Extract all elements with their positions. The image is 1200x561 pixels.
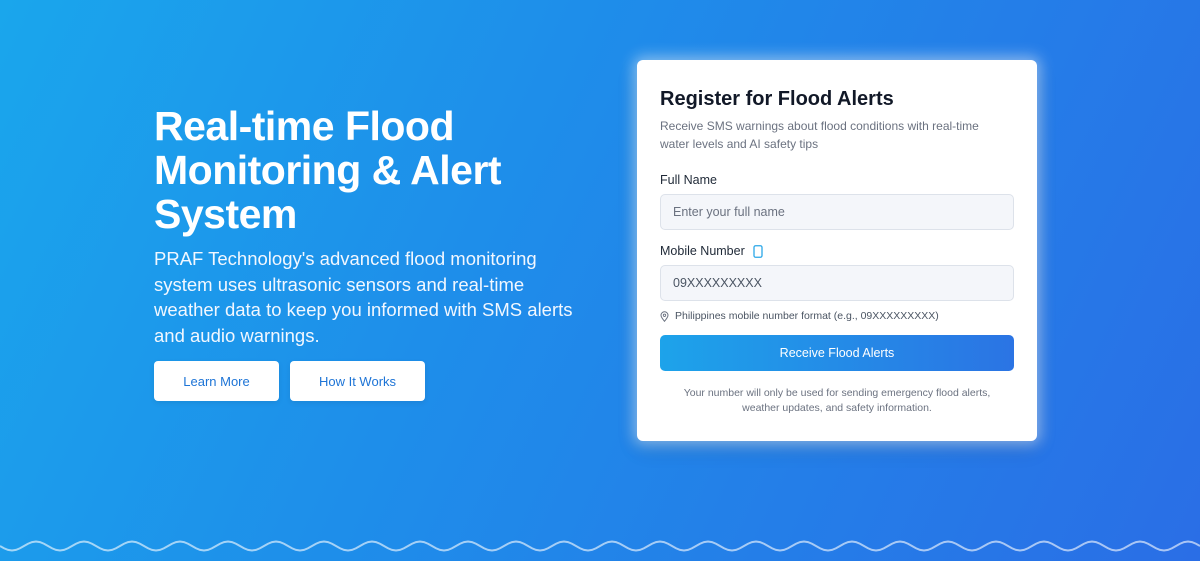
form-title: Register for Flood Alerts xyxy=(660,88,894,110)
hero-title-line-2: Monitoring & Alert xyxy=(154,147,502,193)
receive-alerts-button[interactable]: Receive Flood Alerts xyxy=(660,335,1014,371)
mobile-label-row: Mobile Number xyxy=(660,244,1014,258)
mobile-number-value: 09XXXXXXXXX xyxy=(673,276,762,290)
full-name-input[interactable]: Enter your full name xyxy=(660,194,1014,230)
full-name-label: Full Name xyxy=(660,173,717,187)
mobile-hint: Philippines mobile number format (e.g., … xyxy=(660,310,1014,322)
how-it-works-button[interactable]: How It Works xyxy=(290,361,425,401)
hero-title-line-1: Real-time Flood xyxy=(154,103,455,149)
privacy-note: Your number will only be used for sendin… xyxy=(683,387,991,414)
hero-title-line-3: System xyxy=(154,191,297,237)
hero-description: PRAF Technology's advanced flood monitor… xyxy=(154,248,573,346)
mobile-number-input[interactable]: 09XXXXXXXXX xyxy=(660,265,1014,301)
mobile-label: Mobile Number xyxy=(660,244,745,258)
phone-icon xyxy=(753,244,763,258)
hero-text: Real-time Flood Monitoring & Alert Syste… xyxy=(154,104,594,348)
registration-card: Register for Flood Alerts Receive SMS wa… xyxy=(637,60,1037,441)
wave-decoration xyxy=(0,540,1200,552)
learn-more-button[interactable]: Learn More xyxy=(154,361,279,401)
full-name-placeholder: Enter your full name xyxy=(673,205,785,219)
form-subtitle: Receive SMS warnings about flood conditi… xyxy=(660,119,979,151)
hero-buttons: Learn More How It Works xyxy=(154,361,425,401)
mobile-hint-text: Philippines mobile number format (e.g., … xyxy=(675,310,939,322)
hero-title: Real-time Flood Monitoring & Alert Syste… xyxy=(154,104,594,236)
map-pin-icon xyxy=(660,310,669,322)
